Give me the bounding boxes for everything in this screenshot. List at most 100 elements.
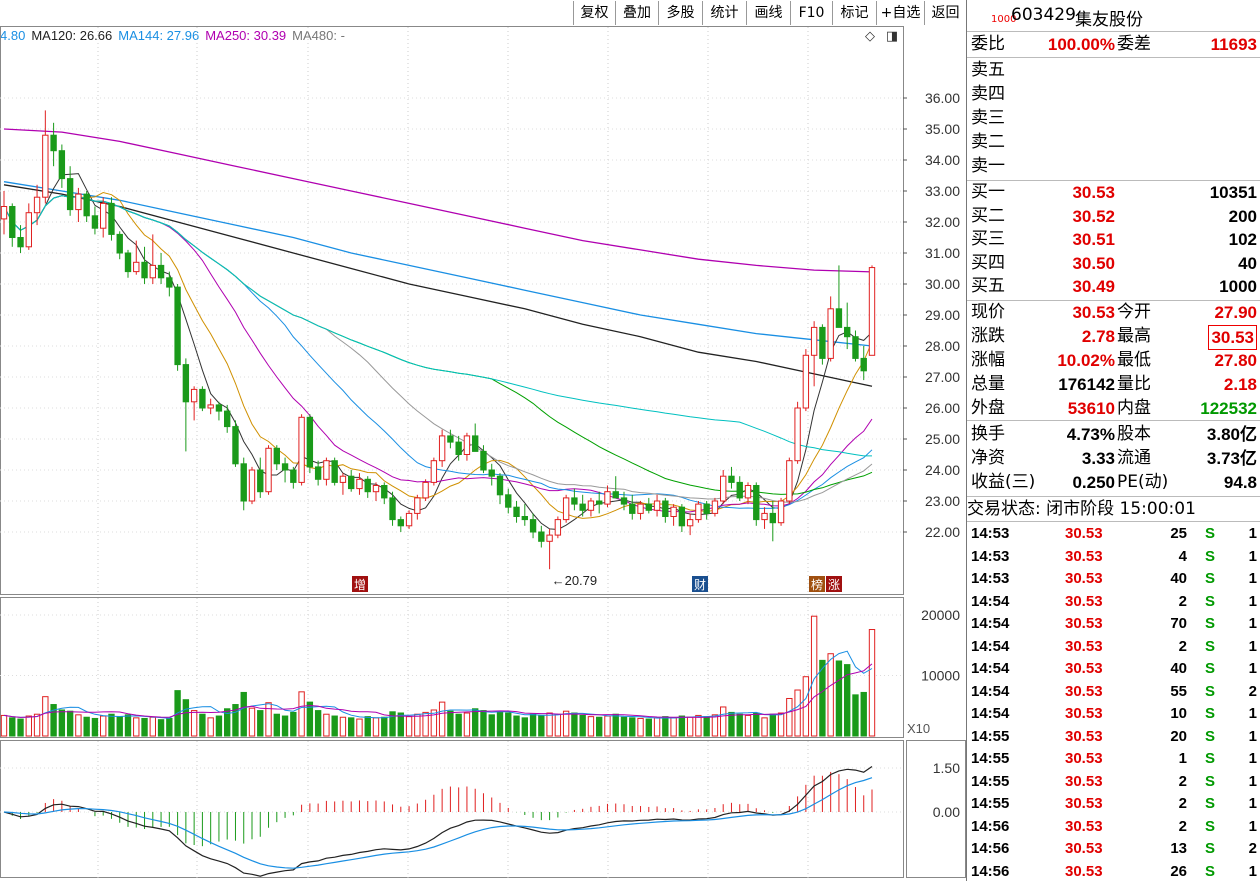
- tick-row[interactable]: 14:56 30.53 13 S 2: [967, 838, 1260, 860]
- tick-side: S: [1205, 840, 1216, 857]
- candle-body: [852, 336, 859, 359]
- candle-body: [75, 193, 82, 211]
- tick-side: S: [1205, 570, 1216, 587]
- candle-body: [662, 500, 669, 517]
- candle-body: [124, 252, 132, 273]
- tick-row[interactable]: 14:55 30.53 2 S 1: [967, 771, 1260, 793]
- tick-price: 30.53: [1065, 525, 1103, 542]
- volume-bar: [637, 717, 644, 737]
- volume-bar: [17, 718, 24, 737]
- sell-level-label: 卖一: [971, 156, 1005, 176]
- sell-row: 卖五: [967, 59, 1260, 82]
- candle-body: [637, 503, 644, 514]
- volume-bar: [455, 713, 462, 737]
- tick-price: 30.53: [1065, 705, 1103, 722]
- candle-body: [207, 404, 214, 409]
- candle-body: [488, 469, 495, 477]
- tick-time: 14:54: [971, 682, 1010, 700]
- candle-body: [529, 519, 537, 533]
- tick-price: 30.53: [1065, 817, 1103, 835]
- candle-body: [224, 410, 231, 428]
- price-tick-label: 33.00: [925, 183, 960, 199]
- candle-body: [108, 202, 115, 235]
- candle-body: [604, 491, 611, 505]
- buy-level-label: 买四: [971, 252, 1005, 273]
- tick-side: S: [1205, 547, 1216, 565]
- buy-level-label: 买一: [971, 182, 1005, 202]
- stat-label: 外盘: [971, 398, 1005, 418]
- tick-count: 1: [1248, 660, 1257, 677]
- price-tick-label: 36.00: [925, 90, 960, 106]
- buy-row: 买三 30.51 102: [967, 228, 1260, 251]
- weibi-value: 100.00%: [1047, 35, 1115, 54]
- price-tick-label: 29.00: [925, 307, 960, 323]
- candle-body: [100, 202, 107, 229]
- tick-row[interactable]: 14:54 30.53 2 S 1: [967, 636, 1260, 658]
- volume-bar: [868, 629, 876, 737]
- candle-body: [199, 388, 206, 409]
- volume-bar: [562, 710, 570, 737]
- tick-row[interactable]: 14:56 30.53 2 S 1: [967, 816, 1260, 838]
- weicha-label: 委差: [1117, 34, 1151, 54]
- volume-bar: [860, 691, 867, 737]
- candle-body: [182, 364, 190, 403]
- volume-bar: [166, 717, 173, 737]
- candle-body: [554, 519, 562, 536]
- candle-body: [215, 404, 223, 412]
- volume-bar: [720, 706, 727, 737]
- tick-count: 1: [1248, 772, 1257, 790]
- tick-count: 1: [1248, 592, 1257, 610]
- tick-row[interactable]: 14:55 30.53 1 S 1: [967, 748, 1260, 770]
- candle-body: [744, 485, 752, 499]
- tick-row[interactable]: 14:56 30.53 26 S 1: [967, 861, 1260, 881]
- weibi-label: 委比: [971, 34, 1005, 54]
- tick-side: S: [1205, 637, 1216, 655]
- volume-bar: [25, 715, 32, 737]
- tick-time: 14:55: [971, 727, 1010, 745]
- candle-body: [579, 503, 586, 511]
- candle-body: [364, 478, 371, 493]
- tick-row[interactable]: 14:54 30.53 55 S 2: [967, 681, 1260, 703]
- tick-price: 30.53: [1065, 727, 1103, 745]
- candle-body: [91, 215, 99, 229]
- candle-body: [389, 497, 396, 521]
- tick-row[interactable]: 14:53 30.53 40 S 1: [967, 568, 1260, 590]
- candle-body: [720, 475, 727, 502]
- tick-row[interactable]: 14:54 30.53 40 S 1: [967, 658, 1260, 680]
- volume-unit-label: X10: [907, 721, 930, 736]
- tick-count: 2: [1248, 682, 1257, 700]
- volume-tick-label: 10000: [921, 668, 960, 684]
- tick-volume: 40: [1170, 660, 1187, 677]
- candle-body: [33, 196, 41, 214]
- volume-bar: [670, 717, 677, 737]
- buy-price: 30.51: [1072, 230, 1115, 249]
- candle-body: [472, 435, 479, 452]
- candle-body: [372, 485, 380, 493]
- volume-tick-label: 20000: [921, 607, 960, 623]
- tick-row[interactable]: 14:54 30.53 70 S 1: [967, 613, 1260, 635]
- volume-bar: [786, 697, 793, 737]
- tick-row[interactable]: 14:54 30.53 10 S 1: [967, 703, 1260, 725]
- tick-price: 30.53: [1065, 840, 1103, 857]
- volume-bar: [463, 712, 471, 737]
- tick-row[interactable]: 14:55 30.53 2 S 1: [967, 793, 1260, 815]
- candle-body: [356, 478, 363, 490]
- candle-body: [678, 506, 686, 527]
- tick-row[interactable]: 14:54 30.53 2 S 1: [967, 591, 1260, 613]
- kline-chart[interactable]: 36.00 35.00 34.00 33.00 32.00 31.00 30.00 29.00…: [0, 0, 966, 881]
- tick-side: S: [1205, 817, 1216, 835]
- volume-bar: [744, 714, 752, 737]
- candle-body: [83, 193, 90, 217]
- tick-row[interactable]: 14:53 30.53 4 S 1: [967, 546, 1260, 568]
- volume-bar: [100, 715, 107, 737]
- volume-bar: [290, 711, 297, 737]
- volume-bar: [58, 709, 66, 737]
- volume-bar: [835, 660, 843, 737]
- tick-row[interactable]: 14:53 30.53 25 S 1: [967, 523, 1260, 545]
- tick-side: S: [1205, 862, 1216, 880]
- tick-count: 1: [1248, 727, 1257, 745]
- ma-line: [3, 195, 873, 509]
- macd-tick-label: 1.50: [933, 760, 960, 776]
- price-pane-frame: [0, 26, 904, 595]
- tick-row[interactable]: 14:55 30.53 20 S 1: [967, 726, 1260, 748]
